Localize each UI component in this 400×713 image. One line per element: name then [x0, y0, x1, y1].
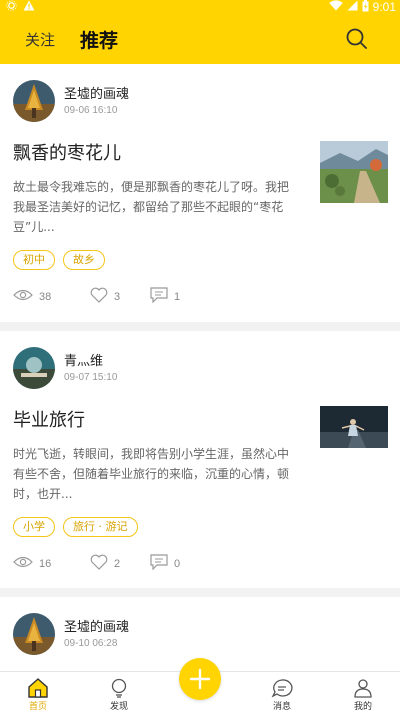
- likes-stat[interactable]: 3: [90, 287, 150, 306]
- status-bar: 9:01: [0, 0, 400, 14]
- likes-count: 2: [114, 557, 121, 570]
- views-count: 38: [39, 290, 52, 303]
- nav-home[interactable]: 首页: [8, 672, 68, 713]
- tag[interactable]: 故乡: [63, 250, 105, 270]
- post-title[interactable]: 飘香的枣花儿: [13, 139, 121, 165]
- post-stats: 38 3 1: [13, 287, 180, 306]
- likes-count: 3: [114, 290, 121, 303]
- eye-icon: [13, 556, 33, 571]
- nav-label: 首页: [28, 702, 47, 712]
- author-name[interactable]: 圣墟的画魂: [64, 616, 129, 635]
- tag[interactable]: 初中: [13, 250, 55, 270]
- post-thumbnail[interactable]: [320, 406, 388, 448]
- comments-count: 0: [174, 557, 181, 570]
- comments-count: 1: [174, 290, 181, 303]
- comment-icon[interactable]: [150, 554, 168, 573]
- status-time: 9:01: [372, 0, 396, 14]
- post-card[interactable]: 青灬维 09-07 15:10 毕业旅行 时光飞逝，转眼间，我即将告别小学生涯，…: [0, 331, 400, 588]
- author-name[interactable]: 圣墟的画魂: [64, 83, 129, 102]
- eye-icon: [13, 289, 33, 304]
- post-title[interactable]: 毕业旅行: [13, 406, 85, 432]
- tag[interactable]: 小学: [13, 517, 55, 537]
- nav-discover[interactable]: 发现: [89, 672, 149, 713]
- wifi-icon: [328, 0, 343, 14]
- author-name[interactable]: 青灬维: [64, 350, 103, 369]
- tab-recommend[interactable]: 推荐: [80, 14, 118, 64]
- plus-icon: [189, 668, 211, 690]
- avatar[interactable]: [13, 347, 55, 389]
- comments-stat[interactable]: 1: [150, 287, 180, 306]
- heart-icon[interactable]: [90, 287, 108, 306]
- settings-icon: [6, 0, 17, 14]
- nav-label: 消息: [272, 702, 291, 712]
- post-stats: 16 2 0: [13, 554, 180, 573]
- add-post-button[interactable]: [179, 658, 221, 700]
- avatar[interactable]: [13, 613, 55, 655]
- home-icon: [28, 678, 48, 698]
- warning-icon: [23, 0, 35, 14]
- views-stat: 16: [13, 556, 90, 571]
- search-icon[interactable]: [344, 26, 370, 52]
- post-card[interactable]: 圣墟的画魂 09-06 16:10 飘香的枣花儿 故土最令我难忘的，便是那飘香的…: [0, 64, 400, 322]
- status-right: 9:01: [328, 0, 396, 15]
- nav-label: 我的: [353, 702, 372, 712]
- tab-follow[interactable]: 关注: [25, 14, 55, 64]
- tag-list: 初中 故乡: [13, 250, 105, 270]
- post-thumbnail[interactable]: [320, 141, 388, 203]
- post-time: 09-10 06:28: [64, 638, 118, 649]
- comment-icon[interactable]: [150, 287, 168, 306]
- bulb-icon: [111, 678, 127, 698]
- views-count: 16: [39, 557, 52, 570]
- tag-list: 小学 旅行 · 游记: [13, 517, 138, 537]
- top-header: 关注 推荐: [0, 14, 400, 64]
- signal-icon: [347, 0, 358, 14]
- nav-messages[interactable]: 消息: [252, 672, 312, 713]
- heart-icon[interactable]: [90, 554, 108, 573]
- tag[interactable]: 旅行 · 游记: [63, 517, 138, 537]
- post-excerpt[interactable]: 故土最令我难忘的，便是那飘香的枣花儿了呀。我把我最圣洁美好的记忆，都留给了那些不…: [13, 177, 298, 237]
- avatar[interactable]: [13, 80, 55, 122]
- post-time: 09-06 16:10: [64, 105, 118, 116]
- nav-mine[interactable]: 我的: [333, 672, 393, 713]
- comments-stat[interactable]: 0: [150, 554, 180, 573]
- battery-icon: [362, 0, 369, 15]
- likes-stat[interactable]: 2: [90, 554, 150, 573]
- post-time: 09-07 15:10: [64, 372, 118, 383]
- chat-icon: [271, 679, 293, 698]
- user-icon: [354, 679, 372, 698]
- views-stat: 38: [13, 289, 90, 304]
- post-excerpt[interactable]: 时光飞逝，转眼间，我即将告别小学生涯，虽然心中有些不舍，但随着毕业旅行的来临，沉…: [13, 444, 298, 504]
- status-left: [6, 0, 35, 14]
- nav-label: 发现: [109, 702, 128, 712]
